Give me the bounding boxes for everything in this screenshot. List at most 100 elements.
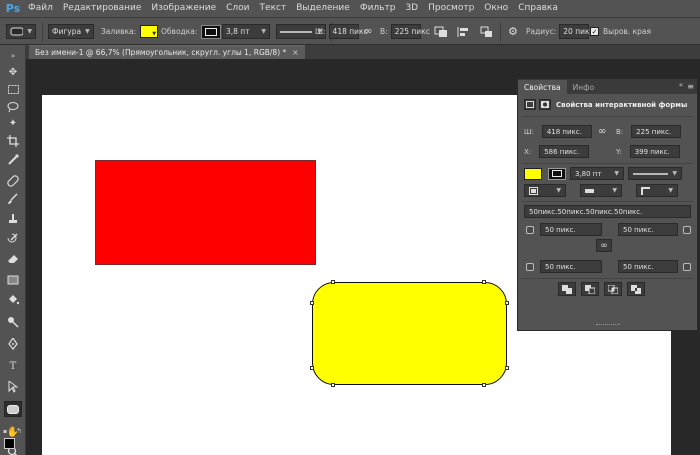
menu-image[interactable]: Изображение xyxy=(146,0,221,17)
clone-stamp-tool-icon[interactable] xyxy=(4,211,22,227)
anchor-point[interactable] xyxy=(310,366,314,370)
menu-bar: Ps Файл Редактирование Изображение Слои … xyxy=(0,0,700,17)
panel-menu-icon[interactable]: ≡ xyxy=(687,82,694,91)
corner-bottom-left-icon xyxy=(526,262,534,271)
anchor-point[interactable] xyxy=(505,301,509,305)
close-tab-icon[interactable]: × xyxy=(292,48,298,57)
path-selection-tool-icon[interactable] xyxy=(4,379,22,395)
pixel-mask-icon[interactable] xyxy=(539,99,551,110)
dropdown-icon: ▼ xyxy=(85,28,90,35)
link-icon[interactable]: ∞ xyxy=(598,126,606,137)
menu-layers[interactable]: Слои xyxy=(221,0,254,17)
x-field[interactable]: 586 пикс. xyxy=(539,145,590,158)
magic-wand-tool-icon[interactable]: ✦ xyxy=(4,115,22,131)
swap-colors-icon[interactable]: ↰ xyxy=(16,427,22,435)
y-field[interactable]: 399 пикс. xyxy=(629,145,680,158)
stroke-corners-select[interactable]: ▼ xyxy=(636,184,678,197)
healing-brush-tool-icon[interactable] xyxy=(4,173,22,189)
move-tool-icon[interactable]: ✥ xyxy=(4,64,22,80)
corner-top-left-icon xyxy=(526,225,534,234)
rounded-rectangle-tool-icon[interactable] xyxy=(4,401,22,417)
mode-select[interactable]: Фигура ▼ xyxy=(48,24,94,39)
default-colors-icon[interactable]: ▪ xyxy=(3,428,7,435)
mask-type-icon[interactable] xyxy=(524,99,536,110)
marquee-tool-icon[interactable] xyxy=(4,81,22,97)
anchor-point[interactable] xyxy=(482,280,486,284)
w-field[interactable]: 418 пикс. xyxy=(541,125,592,138)
eyedropper-tool-icon[interactable] xyxy=(4,152,22,168)
tool-preset-picker[interactable]: ▼ xyxy=(6,23,36,40)
lasso-tool-icon[interactable] xyxy=(4,98,22,114)
gear-icon[interactable]: ⚙ xyxy=(508,25,518,38)
stroke-width-field[interactable]: 3,8 пт ▼ xyxy=(222,24,270,39)
width-label: Ш: xyxy=(315,27,326,36)
link-corners-icon[interactable]: ∞ xyxy=(596,239,612,252)
anchor-point[interactable] xyxy=(505,366,509,370)
stroke-width-field[interactable]: 3,80 пт ▼ xyxy=(570,167,624,180)
exclude-overlap-icon[interactable] xyxy=(627,282,645,296)
path-operations-icon xyxy=(434,26,447,37)
menu-view[interactable]: Просмотр xyxy=(423,0,479,17)
menu-type[interactable]: Текст xyxy=(255,0,292,17)
resize-grip-icon[interactable] xyxy=(596,324,620,327)
path-operations-button[interactable] xyxy=(434,23,448,40)
anchor-point[interactable] xyxy=(310,301,314,305)
radius-field[interactable]: 20 пикс xyxy=(559,24,594,39)
corner-bottom-left-field[interactable]: 50 пикс. xyxy=(540,260,602,273)
corners-summary-field[interactable]: 50пикс.50пикс.50пикс.50пикс. xyxy=(524,205,691,218)
menu-filter[interactable]: Фильтр xyxy=(355,0,401,17)
stroke-type-select[interactable]: ▼ xyxy=(628,167,682,180)
tab-info[interactable]: Инфо xyxy=(567,80,601,94)
menu-select[interactable]: Выделение xyxy=(291,0,355,17)
menu-help[interactable]: Справка xyxy=(513,0,563,17)
path-arrangement-button[interactable] xyxy=(480,23,494,40)
history-brush-tool-icon[interactable] xyxy=(4,231,22,247)
h-field[interactable]: 225 пикс. xyxy=(631,125,682,138)
subtract-shape-icon[interactable] xyxy=(581,282,599,296)
anchor-point[interactable] xyxy=(482,383,486,387)
link-icon[interactable]: ∞ xyxy=(364,26,372,37)
stroke-color-swatch[interactable] xyxy=(548,167,566,180)
crop-tool-icon[interactable] xyxy=(4,133,22,149)
yellow-rounded-rectangle-shape[interactable] xyxy=(312,282,507,385)
menu-edit[interactable]: Редактирование xyxy=(58,0,147,17)
collapse-icon[interactable]: » xyxy=(4,48,22,64)
paint-bucket-tool-icon[interactable] xyxy=(4,292,22,308)
brush-tool-icon[interactable] xyxy=(4,191,22,207)
dropdown-icon: ▼ xyxy=(27,28,32,35)
stroke-align-select[interactable]: ▼ xyxy=(524,184,566,197)
path-arrangement-icon xyxy=(480,26,492,37)
anchor-point[interactable] xyxy=(331,280,335,284)
foreground-color-swatch[interactable] xyxy=(4,438,15,449)
h-label: В: xyxy=(616,127,624,136)
document-tab[interactable]: Без имени-1 @ 66,7% (Прямоугольник, скру… xyxy=(29,45,305,59)
intersect-shapes-icon[interactable] xyxy=(604,282,622,296)
type-tool-icon[interactable]: T xyxy=(4,358,22,374)
dodge-tool-icon[interactable] xyxy=(4,314,22,330)
menu-window[interactable]: Окно xyxy=(479,0,513,17)
width-field[interactable]: 418 пикс xyxy=(328,24,368,39)
stroke-caps-select[interactable]: ▼ xyxy=(580,184,622,197)
tool-preset-icon: ▼ xyxy=(6,24,36,39)
corner-top-left-field[interactable]: 50 пикс. xyxy=(540,223,602,236)
menu-file[interactable]: Файл xyxy=(23,0,58,17)
collapse-panel-icon[interactable]: « xyxy=(679,81,683,89)
path-alignment-button[interactable] xyxy=(456,23,470,40)
tab-properties[interactable]: Свойства xyxy=(518,80,567,94)
corner-bottom-right-field[interactable]: 50 пикс. xyxy=(618,260,678,273)
gradient-tool-icon[interactable] xyxy=(4,272,22,288)
anchor-point[interactable] xyxy=(331,383,335,387)
align-edges-checkbox[interactable]: ✓ xyxy=(590,27,599,36)
fill-color-swatch[interactable]: ▼ xyxy=(140,25,159,38)
combine-shapes-icon[interactable] xyxy=(558,282,576,296)
path-alignment-icon xyxy=(457,26,468,37)
pen-tool-icon[interactable] xyxy=(4,336,22,352)
corner-top-right-field[interactable]: 50 пикс. xyxy=(618,223,678,236)
fill-color-swatch[interactable] xyxy=(524,167,542,180)
eraser-tool-icon[interactable] xyxy=(4,251,22,267)
menu-3d[interactable]: 3D xyxy=(400,0,423,17)
red-rectangle-shape[interactable] xyxy=(95,160,316,265)
stroke-line-icon xyxy=(633,172,669,175)
height-field[interactable]: 225 пикс xyxy=(390,24,430,39)
stroke-color-swatch[interactable] xyxy=(201,24,222,39)
